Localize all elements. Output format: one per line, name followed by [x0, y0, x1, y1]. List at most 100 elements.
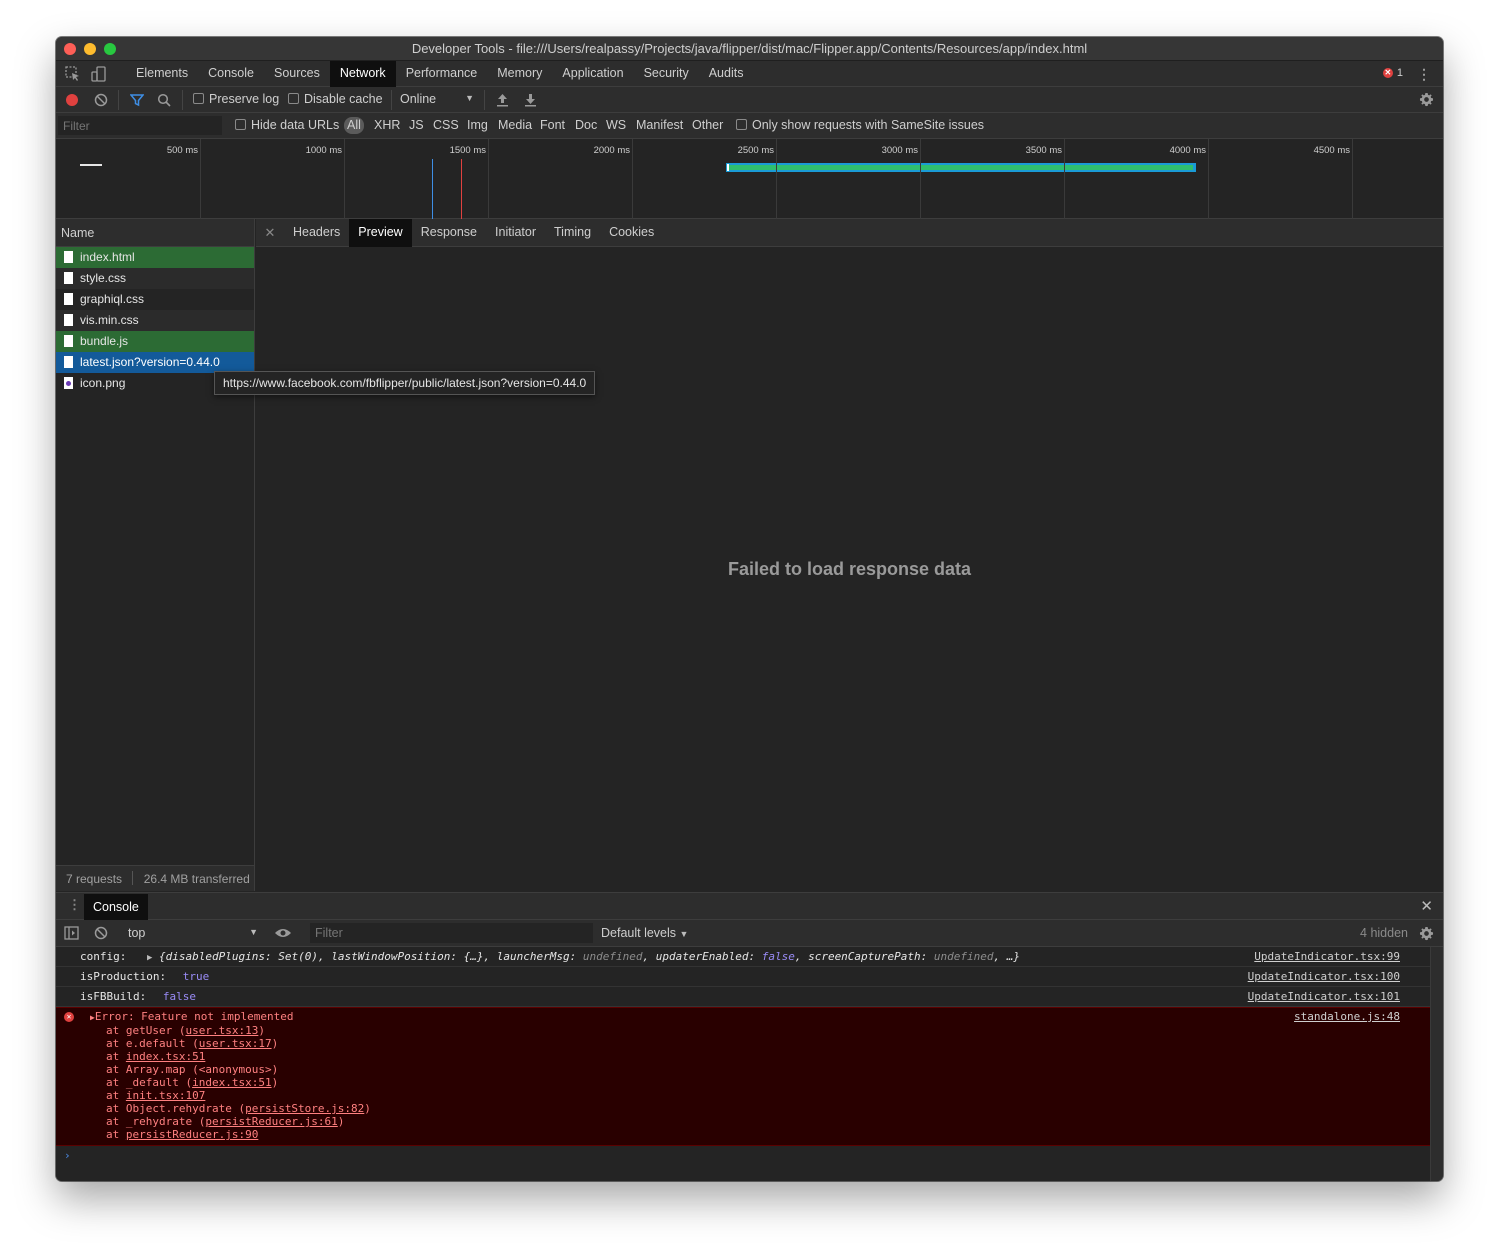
- stack-frame-link[interactable]: index.tsx:51: [126, 1050, 205, 1063]
- stack-frame-text: at getUser (: [106, 1024, 186, 1037]
- more-options-icon[interactable]: ⋮: [1417, 66, 1431, 83]
- tab-application[interactable]: Application: [552, 61, 633, 87]
- throttle-select[interactable]: Online ▼: [400, 92, 474, 106]
- stack-frame-link[interactable]: index.tsx:51: [192, 1076, 271, 1089]
- filter-type-font[interactable]: Font: [540, 118, 565, 132]
- inspect-element-icon[interactable]: [64, 65, 82, 83]
- isproduction-source-link[interactable]: UpdateIndicator.tsx:100: [1248, 967, 1400, 987]
- console-output: config: ▶ {disabledPlugins: Set(0), last…: [56, 947, 1430, 1181]
- main-tab-bar: Elements Console Sources Network Performance…: [56, 61, 1443, 87]
- stack-frame-text: ): [271, 1037, 279, 1050]
- error-icon: ✕: [64, 1012, 74, 1022]
- document-file-icon: [64, 293, 73, 305]
- request-row[interactable]: vis.min.css: [56, 310, 254, 331]
- stack-frame-text: ): [337, 1115, 345, 1128]
- network-overview-timeline[interactable]: 500 ms 1000 ms 1500 ms 2000 ms 2500 ms 3000 m…: [56, 139, 1443, 219]
- tab-network[interactable]: Network: [329, 61, 396, 87]
- filter-icon[interactable]: [129, 93, 145, 110]
- request-list: Name index.html style.css graphiql.css vis.…: [56, 219, 255, 891]
- record-icon[interactable]: [66, 94, 78, 106]
- import-har-icon[interactable]: [496, 93, 509, 110]
- network-settings-gear-icon[interactable]: [1419, 92, 1434, 110]
- error-source-link[interactable]: standalone.js:48: [1294, 1010, 1400, 1023]
- request-row[interactable]: index.html: [56, 247, 254, 268]
- filter-type-all[interactable]: All: [344, 117, 364, 134]
- name-column-header[interactable]: Name: [56, 219, 254, 247]
- context-select[interactable]: top ▼: [128, 926, 258, 940]
- toolbar-divider: [118, 90, 119, 110]
- detail-tab-initiator[interactable]: Initiator: [486, 219, 545, 247]
- hide-data-urls-checkbox[interactable]: Hide data URLs: [235, 118, 339, 132]
- console-settings-gear-icon[interactable]: [1419, 926, 1434, 944]
- config-source-link[interactable]: UpdateIndicator.tsx:99: [1254, 947, 1400, 967]
- timeline-tick-label: 4500 ms: [1313, 145, 1350, 156]
- tab-console[interactable]: Console: [198, 61, 264, 87]
- tab-audits[interactable]: Audits: [699, 61, 754, 87]
- stack-frame-link[interactable]: persistStore.js:82: [245, 1102, 364, 1115]
- console-scrollbar[interactable]: [1430, 947, 1443, 1181]
- stack-frame-link[interactable]: user.tsx:13: [185, 1024, 258, 1037]
- tab-security[interactable]: Security: [634, 61, 699, 87]
- tab-elements[interactable]: Elements: [126, 61, 198, 87]
- stack-frame-link[interactable]: init.tsx:107: [126, 1089, 205, 1102]
- request-row[interactable]: style.css: [56, 268, 254, 289]
- detail-tab-timing[interactable]: Timing: [545, 219, 600, 247]
- filter-type-css[interactable]: CSS: [433, 118, 459, 132]
- stack-frame-link[interactable]: user.tsx:17: [199, 1037, 272, 1050]
- close-drawer-icon[interactable]: ✕: [1420, 897, 1433, 915]
- preview-pane: Failed to load response data: [256, 247, 1443, 891]
- filter-type-manifest[interactable]: Manifest: [636, 118, 683, 132]
- preserve-log-checkbox[interactable]: Preserve log: [193, 92, 279, 106]
- error-counter[interactable]: ✕ 1: [1382, 67, 1403, 79]
- stack-frame-text: ): [271, 1076, 279, 1089]
- filter-type-img[interactable]: Img: [467, 118, 488, 132]
- drawer-tab-console[interactable]: Console: [84, 894, 148, 920]
- request-row[interactable]: graphiql.css: [56, 289, 254, 310]
- close-detail-icon[interactable]: ✕: [256, 219, 284, 246]
- detail-tab-preview[interactable]: Preview: [349, 219, 412, 247]
- detail-tab-cookies[interactable]: Cookies: [600, 219, 663, 247]
- drawer-menu-icon[interactable]: ⋮: [68, 897, 81, 913]
- title-bar: Developer Tools - file:///Users/realpass…: [56, 37, 1443, 61]
- filter-type-ws[interactable]: WS: [606, 118, 626, 132]
- search-icon[interactable]: [157, 93, 171, 110]
- chevron-down-icon: ▼: [465, 93, 474, 103]
- request-row[interactable]: bundle.js: [56, 331, 254, 352]
- detail-tab-headers[interactable]: Headers: [284, 219, 349, 247]
- sidebar-toggle-icon[interactable]: [64, 926, 79, 943]
- stack-frame-link[interactable]: persistReducer.js:90: [126, 1128, 258, 1141]
- device-toolbar-icon[interactable]: [90, 65, 108, 83]
- console-filter-input[interactable]: [310, 923, 593, 943]
- tab-performance[interactable]: Performance: [396, 61, 488, 87]
- filter-type-other[interactable]: Other: [692, 118, 723, 132]
- isfbbuild-source-link[interactable]: UpdateIndicator.tsx:101: [1248, 987, 1400, 1007]
- console-prompt[interactable]: ›: [56, 1146, 1430, 1166]
- tab-memory[interactable]: Memory: [487, 61, 552, 87]
- stack-frame-link[interactable]: persistReducer.js:61: [205, 1115, 337, 1128]
- config-object-preview[interactable]: {disabledPlugins: Set(0), lastWindowPosi…: [159, 950, 1020, 963]
- stack-frame: at index.tsx:51: [106, 1050, 1430, 1063]
- filter-type-media[interactable]: Media: [498, 118, 532, 132]
- request-row[interactable]: latest.json?version=0.44.0: [56, 352, 254, 373]
- filter-type-xhr[interactable]: XHR: [374, 118, 400, 132]
- clear-icon[interactable]: [94, 93, 108, 110]
- filter-type-doc[interactable]: Doc: [575, 118, 597, 132]
- timeline-gridline: [344, 139, 345, 219]
- filter-type-js[interactable]: JS: [409, 118, 424, 132]
- live-expression-eye-icon[interactable]: [274, 927, 292, 942]
- load-marker: [461, 159, 462, 219]
- timeline-bar-early: [80, 164, 102, 166]
- context-value: top: [128, 926, 146, 940]
- samesite-checkbox[interactable]: Only show requests with SameSite issues: [736, 118, 984, 132]
- network-filter-input[interactable]: [58, 116, 222, 135]
- stack-frame-text: at: [106, 1089, 126, 1102]
- tab-sources[interactable]: Sources: [264, 61, 330, 87]
- timeline-tick-label: 3500 ms: [1025, 145, 1062, 156]
- isfbbuild-label: isFBBuild:: [80, 990, 147, 1003]
- clear-console-icon[interactable]: [94, 926, 108, 943]
- export-har-icon[interactable]: [524, 93, 537, 110]
- log-levels-select[interactable]: Default levels ▼: [601, 926, 688, 940]
- detail-tab-response[interactable]: Response: [412, 219, 486, 247]
- disable-cache-checkbox[interactable]: Disable cache: [288, 92, 383, 106]
- expand-triangle-icon[interactable]: ▶: [147, 948, 152, 968]
